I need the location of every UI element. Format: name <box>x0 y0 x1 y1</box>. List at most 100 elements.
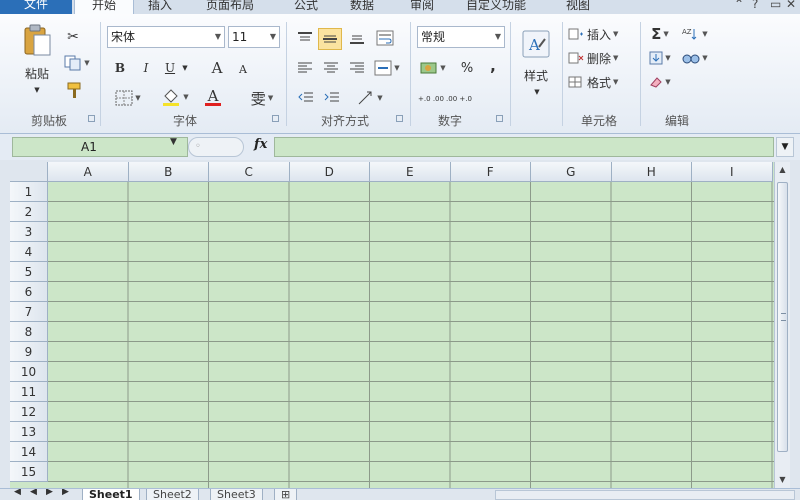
column-header[interactable]: I <box>692 162 773 182</box>
font-name-select[interactable]: 宋体 ▼ <box>107 26 225 48</box>
align-center-icon[interactable] <box>320 58 342 78</box>
autosum-button[interactable]: Σ ▼ <box>646 24 674 44</box>
row-header[interactable]: 5 <box>10 262 48 282</box>
font-launcher-icon[interactable] <box>272 115 279 122</box>
restore-icon[interactable]: ▭ <box>770 0 781 11</box>
increase-indent-icon[interactable] <box>320 88 344 108</box>
italic-button[interactable]: I <box>136 58 156 78</box>
column-header[interactable]: B <box>128 162 209 182</box>
phonetic-button[interactable]: 雯 ▼ <box>244 88 280 108</box>
last-sheet-icon[interactable]: ▶ <box>62 489 69 497</box>
increase-decimal-button[interactable]: +.0 .00 <box>418 88 444 110</box>
row-header[interactable]: 3 <box>10 222 48 242</box>
percent-button[interactable]: % <box>456 58 478 78</box>
insert-cells-button[interactable]: 插入 ▼ <box>568 24 632 44</box>
styles-icon[interactable]: A <box>518 26 554 62</box>
expand-formula-bar-icon[interactable]: ▼ <box>776 137 794 157</box>
format-cells-button[interactable]: 格式 ▼ <box>568 72 632 92</box>
row-header[interactable]: 1 <box>10 182 48 202</box>
scrollbar-thumb[interactable] <box>777 182 788 452</box>
number-format-select[interactable]: 常规 ▼ <box>417 26 505 48</box>
insert-function-button[interactable]: fx <box>254 137 267 152</box>
row-header[interactable]: 9 <box>10 342 48 362</box>
clear-button[interactable]: ▼ <box>646 72 674 92</box>
paste-dropdown-icon[interactable]: ▼ <box>30 84 44 96</box>
grow-font-button[interactable]: A <box>206 58 228 78</box>
row-header[interactable]: 6 <box>10 282 48 302</box>
column-header[interactable]: C <box>209 162 290 182</box>
scroll-down-icon[interactable]: ▼ <box>775 472 790 488</box>
sheet-tab-3[interactable]: Sheet3 <box>210 489 263 500</box>
underline-button[interactable]: U <box>160 58 180 78</box>
delete-cells-button[interactable]: 删除 ▼ <box>568 48 632 68</box>
styles-button[interactable]: 样式 <box>516 66 556 84</box>
vertical-scrollbar[interactable]: ▲ ▼ <box>774 162 790 488</box>
accounting-format-icon[interactable]: ▼ <box>418 58 448 78</box>
orientation-icon[interactable]: ▼ <box>354 88 386 108</box>
sort-filter-button[interactable]: AZ ▼ <box>680 24 710 44</box>
name-box[interactable]: A1 <box>12 137 188 157</box>
alignment-launcher-icon[interactable] <box>396 115 403 122</box>
tab-home[interactable]: 开始 <box>74 0 134 14</box>
row-header[interactable]: 11 <box>10 382 48 402</box>
column-header[interactable]: E <box>370 162 451 182</box>
sheet-tab-2[interactable]: Sheet2 <box>146 489 199 500</box>
help-icon[interactable]: ? <box>752 0 758 11</box>
align-top-icon[interactable] <box>294 28 316 48</box>
tab-insert[interactable]: 插入 <box>148 0 172 14</box>
align-right-icon[interactable] <box>346 58 368 78</box>
format-painter-icon[interactable] <box>64 80 86 100</box>
new-sheet-icon[interactable]: ⊞ <box>274 489 298 500</box>
font-color-button[interactable]: A <box>196 86 230 108</box>
fill-color-button[interactable]: ▼ <box>158 86 192 108</box>
paste-icon[interactable] <box>16 22 58 58</box>
row-header[interactable]: 12 <box>10 402 48 422</box>
tab-developer[interactable]: 自定义功能 <box>466 0 526 14</box>
column-header[interactable]: H <box>611 162 692 182</box>
shrink-font-button[interactable]: A <box>234 60 252 78</box>
row-header[interactable]: 8 <box>10 322 48 342</box>
prev-sheet-icon[interactable]: ◀ <box>30 489 37 497</box>
tab-data[interactable]: 数据 <box>350 0 374 14</box>
horizontal-scrollbar[interactable] <box>495 490 795 500</box>
bold-button[interactable]: B <box>110 58 130 78</box>
comma-button[interactable]: , <box>484 56 502 76</box>
styles-dropdown-icon[interactable]: ▼ <box>530 86 544 98</box>
row-header[interactable]: 10 <box>10 362 48 382</box>
sheet-tab-1[interactable]: Sheet1 <box>82 489 140 500</box>
chevron-down-icon[interactable]: ▼ <box>170 137 177 147</box>
wrap-text-icon[interactable] <box>374 28 396 48</box>
align-middle-icon[interactable] <box>318 28 342 50</box>
next-sheet-icon[interactable]: ▶ <box>46 489 53 497</box>
copy-icon[interactable]: ▼ <box>64 54 90 72</box>
merge-center-icon[interactable]: ▼ <box>372 58 402 78</box>
cell-area[interactable] <box>48 182 774 488</box>
row-header[interactable]: 7 <box>10 302 48 322</box>
first-sheet-icon[interactable]: ◀ <box>14 489 21 497</box>
minimize-ribbon-icon[interactable]: ⌃ <box>734 0 744 11</box>
underline-dropdown-icon[interactable]: ▼ <box>180 62 190 74</box>
decrease-decimal-button[interactable]: .00 +.0 <box>446 88 472 110</box>
row-header[interactable]: 4 <box>10 242 48 262</box>
decrease-indent-icon[interactable] <box>294 88 318 108</box>
fill-button[interactable]: ▼ <box>646 48 674 68</box>
tab-file[interactable]: 文件 <box>0 0 72 14</box>
align-left-icon[interactable] <box>294 58 316 78</box>
formula-bar-controls[interactable]: ◦ <box>188 137 244 157</box>
find-select-button[interactable]: ▼ <box>680 48 710 68</box>
borders-button[interactable]: ▼ <box>110 88 146 108</box>
column-header[interactable]: G <box>531 162 612 182</box>
tab-formulas[interactable]: 公式 <box>294 0 318 14</box>
close-icon[interactable]: ✕ <box>786 0 796 11</box>
tab-view[interactable]: 视图 <box>566 0 590 14</box>
clipboard-launcher-icon[interactable] <box>88 115 95 122</box>
row-header[interactable]: 2 <box>10 202 48 222</box>
column-header[interactable]: F <box>450 162 531 182</box>
tab-page-layout[interactable]: 页面布局 <box>206 0 254 14</box>
row-header[interactable]: 14 <box>10 442 48 462</box>
align-bottom-icon[interactable] <box>346 28 368 48</box>
number-launcher-icon[interactable] <box>496 115 503 122</box>
tab-review[interactable]: 审阅 <box>410 0 434 14</box>
row-header[interactable]: 13 <box>10 422 48 442</box>
font-size-select[interactable]: 11 ▼ <box>228 26 280 48</box>
